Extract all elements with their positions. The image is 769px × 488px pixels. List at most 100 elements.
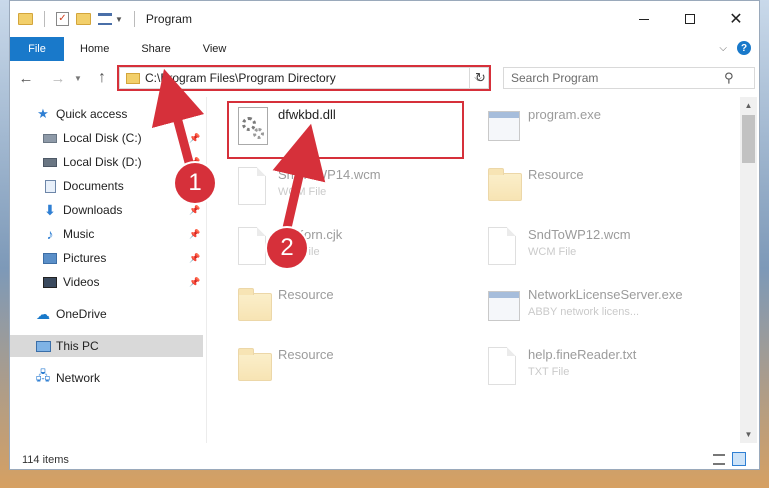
- sidebar-item-label: Videos: [63, 275, 100, 289]
- folder-icon: [238, 287, 272, 327]
- maximize-button[interactable]: [667, 1, 713, 37]
- blank-file-icon: [238, 167, 270, 207]
- up-button[interactable]: ↑: [92, 67, 112, 89]
- pin-icon[interactable]: 📌: [189, 133, 200, 144]
- pin-icon[interactable]: 📌: [189, 277, 200, 288]
- pin-icon[interactable]: 📌: [189, 253, 200, 264]
- sidebar-item-label: Network: [56, 371, 101, 385]
- close-button[interactable]: ✕: [713, 1, 759, 37]
- address-row: ← → ▼ ↑ C:\Program Files\Program Directo…: [10, 63, 759, 93]
- drive-icon: [42, 131, 58, 145]
- ribbon-controls: ⌵ ?: [719, 41, 751, 55]
- scroll-down-icon[interactable]: ▼: [740, 426, 757, 443]
- folder-item-resource[interactable]: Resource: [228, 279, 468, 335]
- tab-file[interactable]: File: [10, 37, 64, 61]
- properties-icon[interactable]: ✓: [56, 12, 69, 26]
- file-item-networklicenseserver-exe[interactable]: NetworkLicenseServer.exe ABBY network li…: [478, 279, 718, 335]
- back-button[interactable]: ←: [16, 67, 36, 89]
- cloud-icon: ☁: [36, 305, 50, 322]
- search-icon[interactable]: ⚲: [724, 70, 734, 86]
- tab-view[interactable]: View: [187, 43, 243, 55]
- file-item-dfwkbd-dll[interactable]: dfwkbd.dll: [228, 99, 468, 155]
- file-name: dfwkbd.dll: [278, 107, 336, 122]
- item-count: 114 items: [22, 454, 69, 466]
- file-item-sndtowp12-wcm[interactable]: SndToWP12.wcm WCM File: [478, 219, 718, 275]
- sidebar-item-quick-access[interactable]: ★ Quick access: [10, 103, 203, 125]
- sidebar-item-this-pc[interactable]: This PC: [10, 335, 203, 357]
- folder-icon: [238, 347, 272, 387]
- help-icon[interactable]: ?: [737, 41, 751, 55]
- vertical-scrollbar[interactable]: ▲ ▼: [740, 97, 757, 443]
- sidebar-item-label: Local Disk (D:): [63, 155, 142, 169]
- drive-icon: [42, 155, 58, 169]
- file-item-program-exe[interactable]: program.exe: [478, 99, 718, 155]
- file-list: dfwkbd.dll program.exe SndToWP14.wcm WCM…: [208, 97, 740, 443]
- navigation-pane: ★ Quick access Local Disk (C:) 📌 Local D…: [10, 97, 203, 443]
- exe-icon: [488, 287, 520, 327]
- file-name: NetworkLicenseServer.exe: [528, 287, 683, 302]
- expand-ribbon-chevron-icon[interactable]: ⌵: [719, 43, 727, 54]
- folder-icon: [488, 167, 522, 207]
- network-icon: 🖧: [35, 368, 51, 383]
- sidebar-item-documents[interactable]: Documents 📌: [10, 175, 203, 197]
- file-type: WCM File: [278, 186, 327, 198]
- tab-share[interactable]: Share: [125, 43, 186, 55]
- file-type: WCM File: [528, 246, 577, 258]
- file-name: Resource: [278, 347, 334, 362]
- sidebar-item-pictures[interactable]: Pictures 📌: [10, 247, 203, 269]
- music-note-icon: ♪: [46, 226, 54, 242]
- arrow-right-icon: →: [50, 69, 66, 87]
- recent-locations-button[interactable]: ▼: [72, 67, 84, 89]
- details-view-icon[interactable]: [713, 454, 725, 465]
- sidebar-item-network[interactable]: 🖧 Network: [10, 367, 203, 389]
- minimize-icon: [639, 18, 649, 20]
- refresh-icon: ↻: [475, 70, 486, 85]
- dll-gear-icon: [238, 107, 270, 147]
- sidebar-item-downloads[interactable]: ⬇ Downloads 📌: [10, 199, 203, 221]
- callout-step-2: 2: [267, 228, 307, 268]
- ribbon-tabs: File Home Share View ⌵ ?: [10, 37, 759, 61]
- toolbar-separator: [133, 11, 135, 27]
- folder-icon[interactable]: [18, 13, 33, 25]
- toolbar-separator: [44, 11, 45, 27]
- quick-access-toolbar: ✓ ▼ Program: [10, 11, 192, 27]
- folder-item-resource[interactable]: Resource: [478, 159, 718, 215]
- pin-icon[interactable]: 📌: [189, 205, 200, 216]
- sidebar-item-music[interactable]: ♪ Music 📌: [10, 223, 203, 245]
- search-input[interactable]: [504, 71, 724, 85]
- blank-file-icon: [488, 227, 520, 267]
- tab-home[interactable]: Home: [64, 43, 125, 55]
- sidebar-item-onedrive[interactable]: ☁ OneDrive: [10, 303, 203, 325]
- search-box[interactable]: ⚲: [503, 67, 755, 89]
- sidebar-item-local-disk-c[interactable]: Local Disk (C:) 📌: [10, 127, 203, 149]
- pane-divider[interactable]: [206, 97, 207, 443]
- file-item-sndtowp14-wcm[interactable]: SndToWP14.wcm WCM File: [228, 159, 468, 215]
- address-path[interactable]: C:\Program Files\Program Directory: [145, 71, 468, 85]
- arrow-left-icon: ←: [18, 69, 34, 87]
- file-type: ABBY network licens...: [528, 306, 640, 318]
- sidebar-item-label: Pictures: [63, 251, 107, 265]
- file-name: help.fineReader.txt: [528, 347, 637, 362]
- file-item-fwkorn-cjk[interactable]: FwKorn.cjk CJK File: [228, 219, 468, 275]
- minimize-button[interactable]: [621, 1, 667, 37]
- new-folder-icon[interactable]: [76, 13, 91, 25]
- view-options-icon[interactable]: [98, 13, 112, 25]
- forward-button[interactable]: →: [48, 67, 68, 89]
- file-item-help-finereader-txt[interactable]: help.fineReader.txt TXT File: [478, 339, 718, 395]
- refresh-button[interactable]: ↻: [469, 67, 491, 89]
- scroll-up-icon[interactable]: ▲: [740, 97, 757, 114]
- callout-step-1: 1: [175, 163, 215, 203]
- sidebar-item-label: Downloads: [63, 203, 123, 217]
- sidebar-item-label: Quick access: [56, 107, 128, 121]
- chevron-down-icon[interactable]: ▼: [115, 15, 123, 24]
- scroll-thumb[interactable]: [742, 115, 755, 163]
- sidebar-item-local-disk-d[interactable]: Local Disk (D:) 📌: [10, 151, 203, 173]
- pin-icon[interactable]: 📌: [189, 229, 200, 240]
- blank-file-icon: [488, 347, 520, 387]
- address-bar[interactable]: C:\Program Files\Program Directory ⌵: [119, 67, 489, 89]
- file-name: Resource: [528, 167, 584, 182]
- folder-item-resource[interactable]: Resource: [228, 339, 468, 395]
- large-icons-view-icon[interactable]: [732, 452, 746, 466]
- folder-icon: [126, 72, 140, 84]
- sidebar-item-videos[interactable]: Videos 📌: [10, 271, 203, 293]
